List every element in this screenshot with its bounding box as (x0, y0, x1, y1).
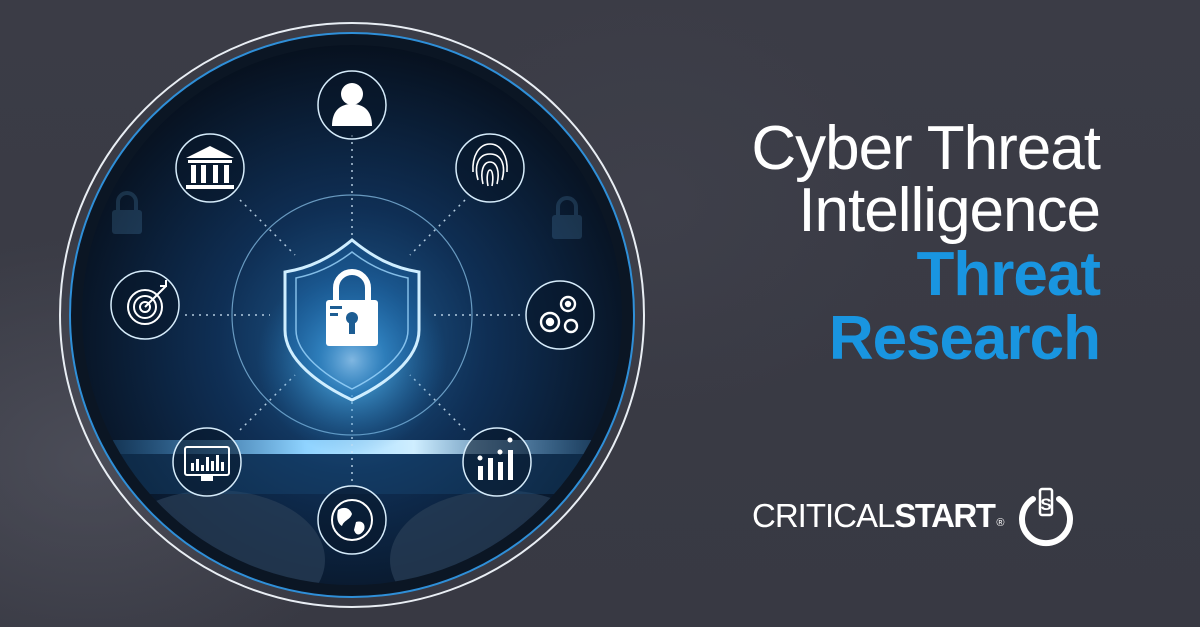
hand-silhouette-right (390, 490, 610, 585)
headline-line-1: Cyber Threat (751, 114, 1101, 183)
brand-name: CRITICALSTART (752, 497, 996, 535)
logo-mark-letter: S (1040, 495, 1051, 514)
brand-name-part-1: CRITICAL (752, 497, 895, 534)
power-s-logo-icon: S (1018, 487, 1073, 547)
brand-logo: CRITICALSTART ® S (752, 476, 1092, 556)
registered-mark: ® (996, 517, 1005, 529)
security-graphic (59, 22, 645, 608)
headline-line-3: Threat (916, 240, 1101, 309)
headline-line-4: Research (828, 304, 1101, 373)
headline-line-2: Intelligence (798, 176, 1101, 245)
brand-name-part-2: START (894, 497, 996, 534)
headline: Cyber Threat Intelligence Threat Researc… (690, 114, 1101, 373)
